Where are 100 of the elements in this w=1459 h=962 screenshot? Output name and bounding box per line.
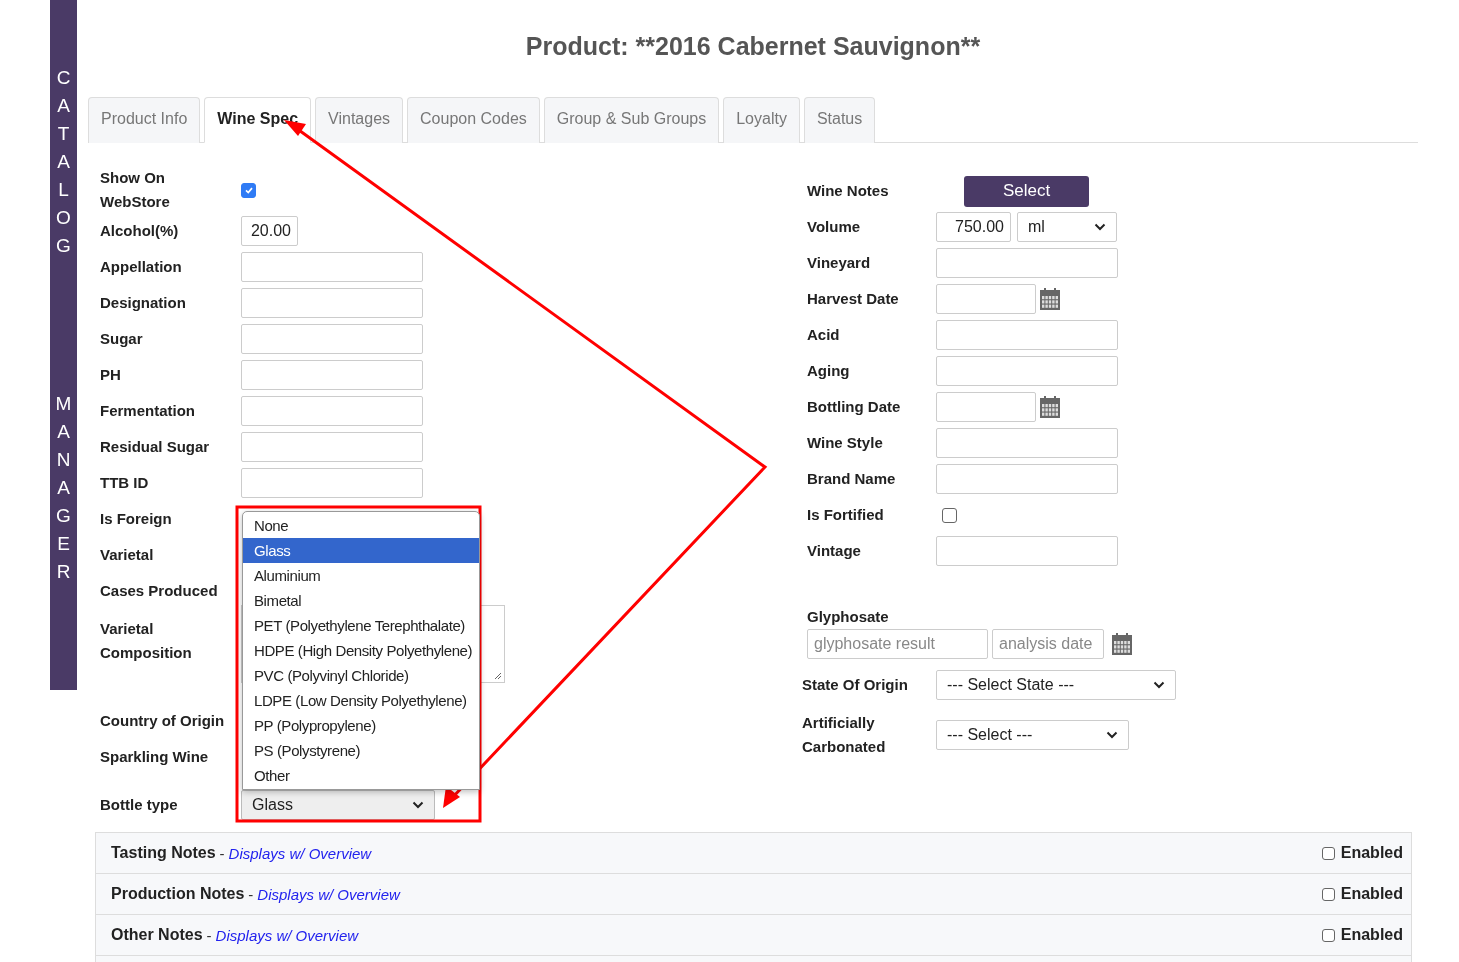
notes-title: Tasting Notes — [111, 844, 216, 862]
sidebar-title: MANAGER — [54, 392, 73, 584]
input-field[interactable] — [241, 324, 423, 354]
field-label: TTB ID — [100, 473, 150, 493]
unit-select[interactable]: ml — [1017, 212, 1117, 242]
dropdown-option[interactable]: PS (Polystyrene) — [243, 738, 479, 763]
field-label: Designation — [100, 293, 187, 313]
field-label: Is Foreign — [100, 509, 173, 529]
input-field[interactable] — [936, 248, 1118, 278]
chevron-down-icon — [1106, 731, 1118, 739]
bottle-type-select[interactable]: Glass — [241, 790, 435, 820]
field-label: Alcohol(%) — [100, 221, 180, 241]
sidebar-title: CATALOG — [55, 66, 72, 258]
input-field[interactable]: 750.00 — [936, 212, 1011, 242]
field-label: Sparkling Wine — [100, 747, 210, 767]
field-label: State Of Origin — [802, 675, 909, 695]
separator-dash: - — [248, 885, 254, 903]
checkbox[interactable] — [1321, 887, 1335, 901]
field-label: Harvest Date — [807, 289, 900, 309]
page-title: Product: **2016 Cabernet Sauvignon** — [524, 31, 982, 62]
dropdown-option[interactable]: HDPE (High Density Polyethylene) — [243, 638, 479, 663]
field-label: Show On WebStore — [100, 168, 171, 212]
notes-hint: Displays w/ Overview — [257, 885, 400, 903]
dropdown-option[interactable]: Bimetal — [243, 588, 479, 613]
dropdown-option[interactable]: None — [243, 513, 479, 538]
input-field[interactable]: 20.00 — [241, 216, 298, 246]
field-label: Varietal — [100, 545, 155, 565]
dropdown-option[interactable]: Glass — [243, 538, 479, 563]
field-label: Vintage — [807, 541, 862, 561]
checkbox[interactable] — [241, 182, 256, 198]
input-field[interactable] — [936, 356, 1118, 386]
field-label: Varietal Composition — [100, 619, 193, 663]
input-field[interactable] — [936, 536, 1118, 566]
field-label: Wine Style — [807, 433, 884, 453]
field-label: Acid — [807, 325, 841, 345]
field-label: Fermentation — [100, 401, 196, 421]
checkbox-label: Enabled — [1340, 844, 1403, 862]
dropdown-option[interactable]: Other — [243, 763, 479, 788]
checkbox-label: Enabled — [1340, 926, 1403, 944]
dropdown-option[interactable]: PET (Polyethylene Terephthalate) — [243, 613, 479, 638]
checkbox-label: Enabled — [1340, 885, 1403, 903]
field-label: Cases Produced — [100, 581, 219, 601]
field-label: Brand Name — [807, 469, 897, 489]
field-label: Wine Notes — [807, 181, 890, 201]
tab[interactable]: Group & Sub Groups — [543, 97, 720, 143]
field-label: Glyphosate — [807, 607, 890, 627]
calendar-icon[interactable] — [1112, 633, 1132, 655]
field-label: Vineyard — [807, 253, 872, 273]
analysis-date-field[interactable]: analysis date — [992, 629, 1104, 659]
input-field[interactable] — [241, 288, 423, 318]
input-field[interactable] — [241, 468, 423, 498]
calendar-icon[interactable] — [1040, 288, 1060, 310]
chevron-down-icon — [412, 801, 424, 809]
date-field[interactable] — [936, 392, 1036, 422]
input-field[interactable] — [241, 432, 423, 462]
field-label: Residual Sugar — [100, 437, 211, 457]
input-field[interactable] — [241, 360, 423, 390]
checkbox[interactable] — [942, 507, 957, 523]
checkbox[interactable] — [1321, 928, 1335, 942]
field-label: Country of Origin — [100, 711, 226, 731]
field-label: Bottling Date — [807, 397, 902, 417]
notes-hint: Displays w/ Overview — [228, 844, 372, 862]
separator-dash: - — [206, 926, 212, 944]
select-button[interactable]: Select — [964, 175, 1089, 207]
input-field[interactable] — [241, 396, 423, 426]
field-label: PH — [100, 365, 122, 385]
notes-hint: Displays w/ Overview — [215, 926, 359, 944]
field-label: Aging — [807, 361, 851, 381]
calendar-icon[interactable] — [1040, 396, 1060, 418]
glyphosate-result-field[interactable]: glyphosate result — [807, 629, 988, 659]
chevron-down-icon — [1153, 681, 1165, 689]
tab[interactable]: Wine Spec — [204, 97, 312, 143]
input-field[interactable] — [936, 320, 1118, 350]
tab[interactable]: Vintages — [315, 97, 404, 143]
select-field[interactable]: --- Select State --- — [936, 670, 1176, 700]
resize-grip-icon[interactable] — [492, 670, 502, 680]
notes-title: Other Notes — [111, 926, 203, 944]
field-label: Bottle type — [100, 795, 179, 815]
dropdown-option[interactable]: PP (Polypropylene) — [243, 713, 479, 738]
input-field[interactable] — [241, 252, 423, 282]
separator-dash: - — [219, 844, 225, 862]
date-field[interactable] — [936, 284, 1036, 314]
notes-title: Production Notes — [111, 885, 245, 903]
field-label: Sugar — [100, 329, 144, 349]
dropdown-option[interactable]: PVC (Polyvinyl Chloride) — [243, 663, 479, 688]
dropdown-option[interactable]: LDPE (Low Density Polyethylene) — [243, 688, 479, 713]
field-label: Artificially Carbonated — [802, 713, 887, 757]
field-label: Is Fortified — [807, 505, 885, 525]
field-label: Volume — [807, 217, 862, 237]
chevron-down-icon — [1094, 223, 1106, 231]
dropdown-option[interactable]: Aluminium — [243, 563, 479, 588]
checkbox[interactable] — [1321, 846, 1335, 860]
tab[interactable]: Status — [803, 97, 876, 143]
field-label: Appellation — [100, 257, 183, 277]
tab[interactable]: Loyalty — [723, 97, 800, 143]
select-field[interactable]: --- Select --- — [936, 720, 1129, 750]
tab[interactable]: Coupon Codes — [407, 97, 540, 143]
input-field[interactable] — [936, 464, 1118, 494]
input-field[interactable] — [936, 428, 1118, 458]
tab[interactable]: Product Info — [88, 97, 201, 143]
